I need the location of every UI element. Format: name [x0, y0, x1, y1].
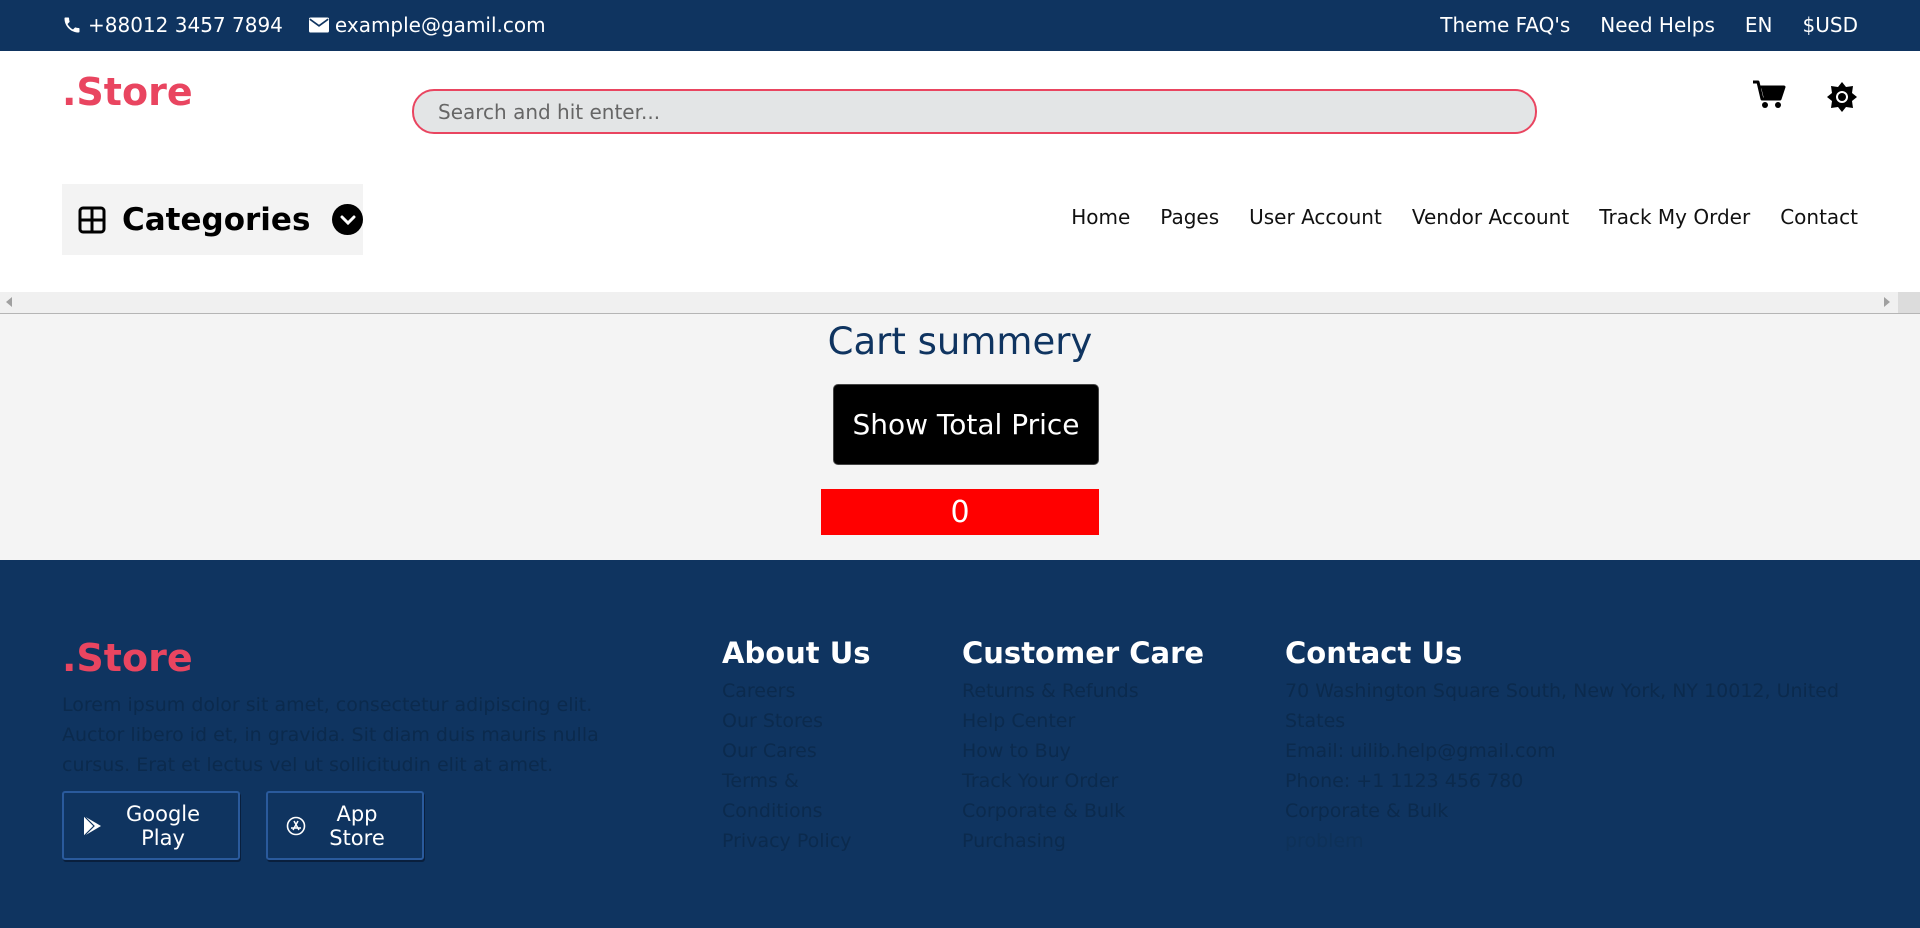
- google-play-button[interactable]: Google Play: [62, 791, 240, 860]
- about-us-column: About Us Careers Our Stores Our Cares Te…: [722, 636, 892, 856]
- scrollbar-corner: [1898, 292, 1920, 313]
- contact-problem: problem: [1285, 830, 1364, 852]
- footer-description: Lorem ipsum dolor sit amet, consectetur …: [62, 694, 599, 776]
- footer-link-purchasing[interactable]: Purchasing: [962, 826, 1222, 856]
- nav-contact[interactable]: Contact: [1780, 205, 1858, 229]
- footer-link-returns[interactable]: Returns & Refunds: [962, 676, 1222, 706]
- google-play-label: Google Play: [125, 801, 201, 850]
- app-store-button[interactable]: App Store: [266, 791, 424, 860]
- play-icon: [82, 815, 102, 837]
- app-store-icon: [286, 816, 306, 836]
- customer-care-heading: Customer Care: [962, 636, 1205, 670]
- footer-link-our-stores[interactable]: Our Stores: [722, 706, 892, 736]
- nav-pages[interactable]: Pages: [1160, 205, 1219, 229]
- footer-link-help-center[interactable]: Help Center: [962, 706, 1222, 736]
- contact-address: 70 Washington Square South, New York, NY…: [1285, 680, 1840, 702]
- top-contact: +88012 3457 7894 example@gamil.com: [62, 13, 546, 37]
- total-price-display: 0: [821, 489, 1099, 535]
- phone-number: +88012 3457 7894: [88, 13, 283, 37]
- theme-faq-link[interactable]: Theme FAQ's: [1440, 13, 1570, 37]
- phone-icon: [62, 15, 82, 35]
- phone-contact[interactable]: +88012 3457 7894: [62, 13, 283, 37]
- scroll-left-icon[interactable]: [6, 297, 12, 307]
- theme-toggle-icon[interactable]: [1826, 81, 1858, 113]
- contact-us-heading: Contact Us: [1285, 636, 1463, 670]
- customer-care-column: Customer Care Returns & Refunds Help Cen…: [962, 636, 1222, 856]
- contact-phone: Phone: +1 1123 456 780: [1285, 770, 1524, 792]
- categories-label: Categories: [122, 201, 311, 238]
- mail-icon: [308, 17, 329, 33]
- email-contact[interactable]: example@gamil.com: [308, 13, 546, 37]
- cart-icon[interactable]: [1752, 80, 1786, 110]
- cart-summary-title: Cart summery: [827, 320, 1093, 363]
- footer-link-privacy[interactable]: Privacy Policy: [722, 826, 892, 856]
- contact-us-column: Contact Us 70 Washington Square South, N…: [1285, 636, 1855, 856]
- email-address: example@gamil.com: [334, 13, 546, 37]
- nav-home[interactable]: Home: [1071, 205, 1130, 229]
- language-selector[interactable]: EN: [1745, 13, 1773, 37]
- store-logo[interactable]: .Store: [62, 70, 193, 114]
- chevron-down-icon: [332, 204, 363, 235]
- nav-user-account[interactable]: User Account: [1249, 205, 1382, 229]
- nav-track-order[interactable]: Track My Order: [1599, 205, 1750, 229]
- scroll-right-icon[interactable]: [1884, 297, 1890, 307]
- footer-logo[interactable]: .Store: [62, 636, 193, 680]
- search-bar: [412, 89, 1537, 134]
- contact-address-country: States: [1285, 710, 1346, 732]
- horizontal-scrollbar[interactable]: [0, 292, 1920, 314]
- top-links: Theme FAQ's Need Helps EN $USD: [1440, 13, 1858, 37]
- footer-link-conditions[interactable]: Conditions: [722, 796, 892, 826]
- top-bar: +88012 3457 7894 example@gamil.com Theme…: [0, 0, 1920, 51]
- nav-vendor-account[interactable]: Vendor Account: [1412, 205, 1569, 229]
- footer-link-track-order[interactable]: Track Your Order: [962, 766, 1222, 796]
- footer: .Store Lorem ipsum dolor sit amet, conse…: [0, 560, 1920, 928]
- cart-summary-section: Cart summery Show Total Price 0: [0, 314, 1920, 560]
- footer-link-terms[interactable]: Terms &: [722, 766, 892, 796]
- footer-link-corporate[interactable]: Corporate & Bulk: [962, 796, 1222, 826]
- contact-corporate: Corporate & Bulk: [1285, 800, 1449, 822]
- need-helps-link[interactable]: Need Helps: [1600, 13, 1715, 37]
- main-nav: Home Pages User Account Vendor Account T…: [1071, 205, 1858, 229]
- footer-link-our-cares[interactable]: Our Cares: [722, 736, 892, 766]
- show-total-price-button[interactable]: Show Total Price: [833, 384, 1099, 465]
- currency-selector[interactable]: $USD: [1803, 13, 1858, 37]
- search-input[interactable]: [414, 91, 1535, 132]
- about-us-heading: About Us: [722, 636, 871, 670]
- footer-link-careers[interactable]: Careers: [722, 676, 892, 706]
- contact-email: Email: uilib.help@gmail.com: [1285, 740, 1556, 762]
- app-store-label: App Store: [329, 801, 385, 850]
- categories-button[interactable]: Categories: [62, 184, 363, 255]
- grid-icon: [78, 206, 106, 234]
- footer-link-how-to-buy[interactable]: How to Buy: [962, 736, 1222, 766]
